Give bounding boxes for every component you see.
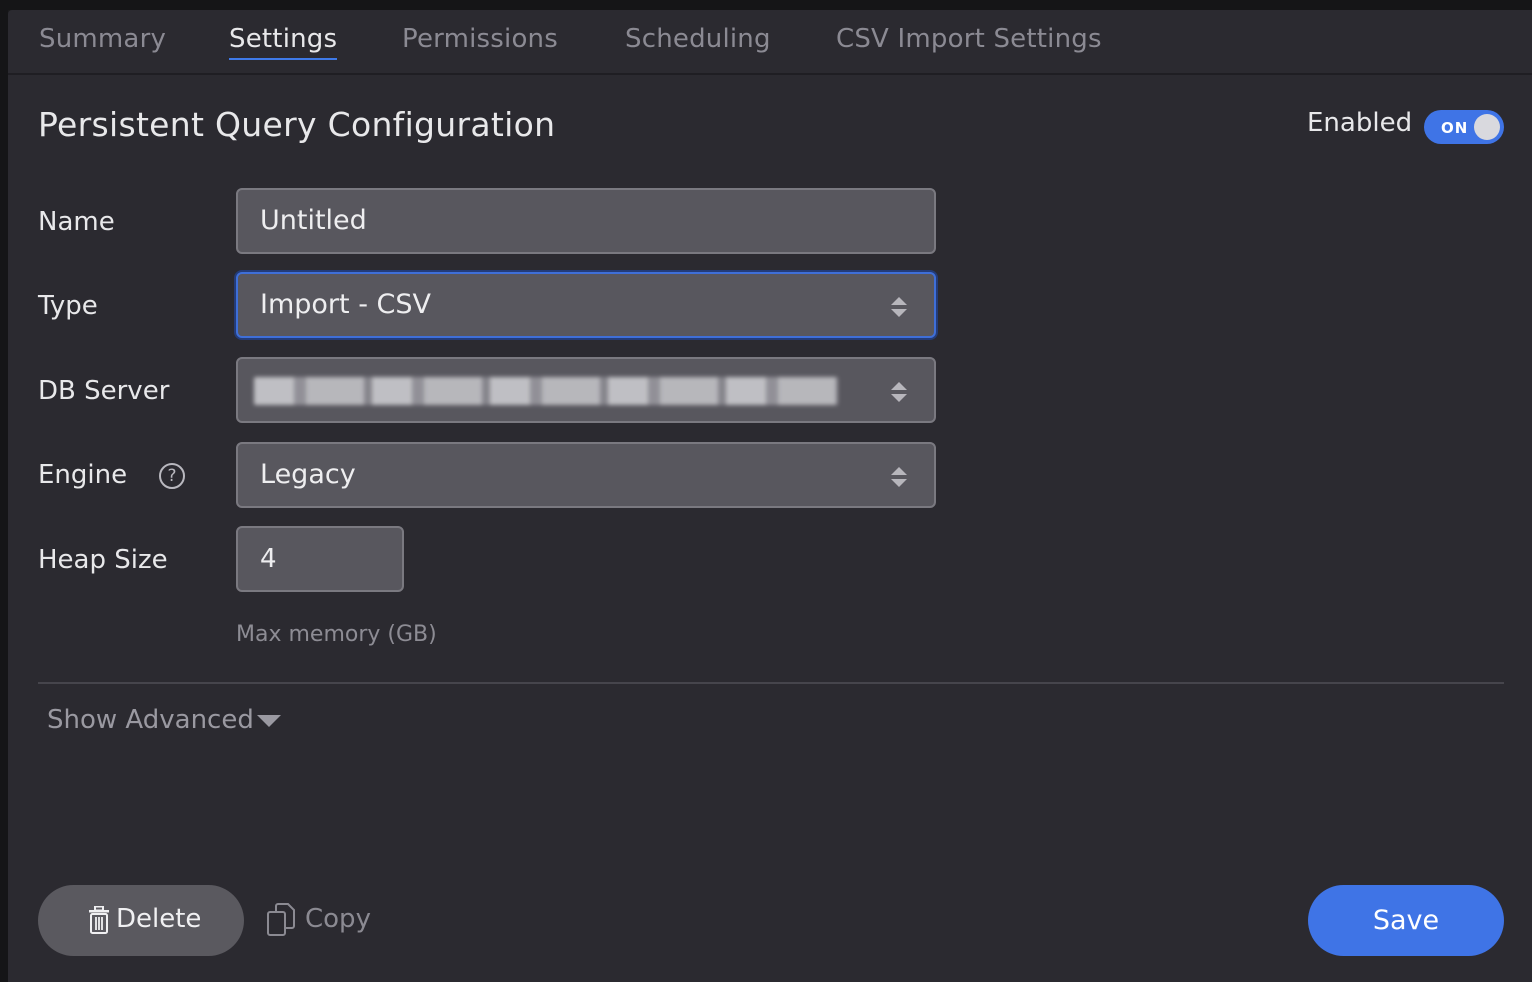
tab-permissions[interactable]: Permissions (402, 24, 558, 54)
help-icon[interactable]: ? (159, 463, 185, 489)
tab-settings[interactable]: Settings (229, 24, 338, 60)
query-config-panel: Summary Settings Permissions Scheduling … (8, 10, 1532, 982)
window-left-edge (0, 0, 8, 982)
window-top-edge (0, 0, 1532, 10)
heap-size-hint: Max memory (GB) (236, 622, 437, 647)
tab-scheduling[interactable]: Scheduling (625, 24, 771, 54)
name-label: Name (38, 207, 115, 237)
tab-summary[interactable]: Summary (39, 24, 166, 54)
select-arrows-icon (891, 467, 907, 487)
select-arrows-icon (891, 297, 907, 317)
caret-down-icon[interactable] (257, 715, 281, 727)
heap-size-label: Heap Size (38, 545, 168, 575)
name-value: Untitled (260, 205, 367, 236)
page-title: Persistent Query Configuration (38, 105, 556, 144)
trash-icon (89, 906, 109, 934)
copy-button[interactable]: Copy (305, 904, 371, 934)
copy-icon[interactable] (266, 903, 296, 937)
tab-csv-import-settings[interactable]: CSV Import Settings (836, 24, 1102, 54)
type-value: Import - CSV (260, 289, 431, 320)
type-label: Type (38, 291, 98, 321)
divider (38, 682, 1504, 684)
save-button[interactable]: Save (1308, 885, 1504, 956)
db-server-select[interactable] (236, 357, 936, 423)
show-advanced-toggle[interactable]: Show Advanced (47, 705, 254, 735)
enabled-toggle[interactable]: ON (1424, 110, 1504, 144)
db-server-label: DB Server (38, 376, 170, 406)
toggle-state-text: ON (1441, 119, 1469, 137)
select-arrows-icon (891, 382, 907, 402)
redacted-server-value (254, 377, 838, 405)
engine-value: Legacy (260, 459, 356, 490)
heap-size-input[interactable]: 4 (236, 526, 404, 592)
delete-button[interactable]: Delete (38, 885, 244, 956)
enabled-label: Enabled (1307, 108, 1413, 138)
toggle-knob[interactable] (1474, 114, 1500, 140)
name-input[interactable]: Untitled (236, 188, 936, 254)
type-select[interactable]: Import - CSV (236, 272, 936, 338)
engine-select[interactable]: Legacy (236, 442, 936, 508)
delete-label: Delete (116, 904, 202, 934)
engine-label: Engine (38, 460, 128, 490)
tab-bar: Summary Settings Permissions Scheduling … (8, 10, 1532, 75)
